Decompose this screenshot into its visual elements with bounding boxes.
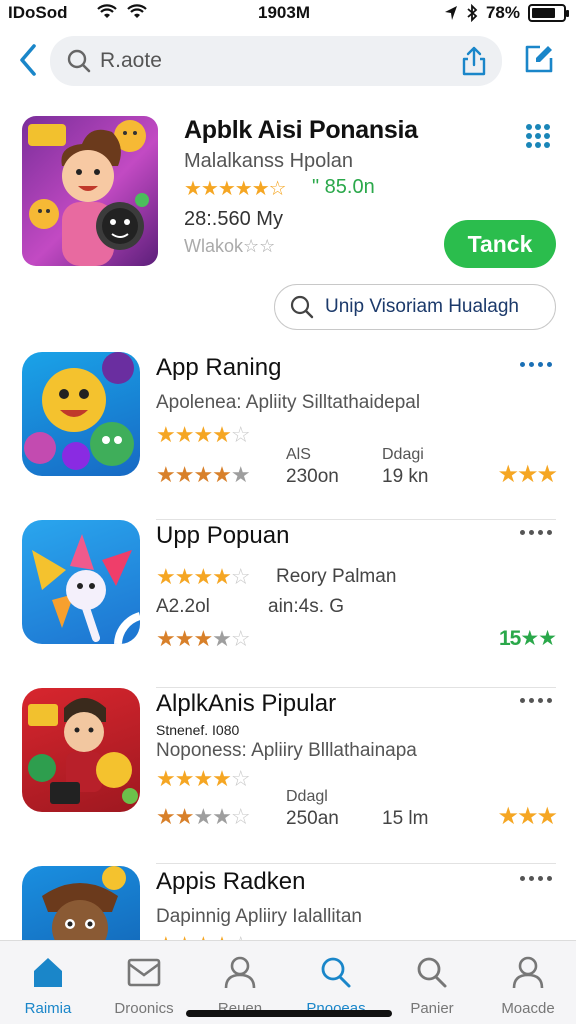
app-title: App Raning xyxy=(156,354,282,381)
stat-value: 15 lm xyxy=(382,808,429,829)
search-icon xyxy=(414,955,450,994)
tab-label: Panier xyxy=(410,1000,454,1017)
rating-stars: ★★★★★☆ xyxy=(184,176,287,201)
tab-label: Moacde xyxy=(501,1000,555,1017)
home-indicator xyxy=(186,1010,392,1017)
rating-stars-secondary: ★★★★☆ xyxy=(156,626,251,651)
home-icon xyxy=(30,955,66,994)
bluetooth-icon xyxy=(467,4,478,22)
stat-value: 230on xyxy=(286,466,339,487)
back-chevron-icon[interactable] xyxy=(14,40,42,80)
tab-label: Raimia xyxy=(24,1000,72,1017)
app-subtitle: Malalkanss Hpolan xyxy=(184,150,353,172)
person-icon xyxy=(222,955,258,994)
list-item[interactable]: AlplkAnis Pipular Stnenef. I080 Noponess… xyxy=(0,688,576,864)
tab-5[interactable]: Moacde xyxy=(480,941,576,1024)
app-icon[interactable] xyxy=(22,688,140,812)
tab-label: Droonics xyxy=(114,1000,174,1017)
app-tag: Stnenef. I080 xyxy=(156,722,240,738)
rating-stars-right: ★★★ xyxy=(497,461,558,488)
score-badge: 15★★ xyxy=(498,627,557,650)
compose-icon[interactable] xyxy=(524,44,554,74)
more-options-icon[interactable] xyxy=(520,698,552,703)
status-bar: IDoSod 1903M 78% xyxy=(0,0,576,28)
stat-value: ain:4s. G xyxy=(268,596,345,617)
search-icon xyxy=(67,49,91,73)
app-subtitle: Apolenea: Apliity Silltathaidepal xyxy=(156,392,421,413)
battery-percent: 78% xyxy=(485,3,520,22)
rating-stars-right: ★★★ xyxy=(497,803,558,830)
list-item[interactable]: App Raning Apolenea: Apliity Silltathaid… xyxy=(0,352,576,520)
list-item[interactable]: Upp Popuan ★★★★ ☆ Reory Palman A2.2ol ain… xyxy=(0,520,576,688)
search-bar[interactable]: R.aote xyxy=(50,36,502,86)
share-icon[interactable] xyxy=(460,45,488,77)
app-subtitle: Reory Palman xyxy=(276,566,397,587)
battery-icon xyxy=(528,4,569,22)
rating-stars: ★★★★☆ xyxy=(156,766,251,791)
app-icon[interactable] xyxy=(22,866,140,940)
search-input[interactable]: R.aote xyxy=(100,49,162,73)
app-meta: Wlakok☆☆ xyxy=(184,236,276,256)
app-icon[interactable] xyxy=(22,352,140,476)
app-icon[interactable] xyxy=(22,116,158,266)
search-icon xyxy=(290,295,314,319)
related-search-pill[interactable]: Unip Visoriam Hualagh xyxy=(274,284,556,330)
stat-value: 19 kn xyxy=(382,466,429,487)
search-icon xyxy=(318,955,354,994)
featured-app-card[interactable]: Apblk Aisi Ponansia Malalkanss Hpolan ★★… xyxy=(0,112,576,342)
rating-stars: ★★★★☆ xyxy=(156,932,251,940)
tab-0[interactable]: Raimia xyxy=(0,941,96,1024)
star-rating-text: ★★★★★☆ xyxy=(184,178,287,200)
status-right: 78% xyxy=(444,3,569,23)
app-price: " 85.0n xyxy=(312,176,375,198)
carrier-label: IDoSod xyxy=(8,3,68,22)
related-search-label: Unip Visoriam Hualagh xyxy=(325,296,519,317)
rating-stars-secondary: ★★★★ ★ xyxy=(156,462,251,487)
wifi-icon xyxy=(127,4,147,18)
stat-value: 250an xyxy=(286,808,339,829)
tab-1[interactable]: Droonics xyxy=(96,941,192,1024)
divider xyxy=(156,863,556,864)
grid-menu-icon[interactable] xyxy=(526,124,550,148)
inbox-icon xyxy=(126,955,162,994)
stat-value: A2.2ol xyxy=(156,596,210,617)
app-subtitle: Noponess: Apliiry Blllathainapa xyxy=(156,740,417,761)
app-subtitle: Dapinnig Apliiry Ialallitan xyxy=(156,906,362,927)
get-button[interactable]: Tanck xyxy=(444,220,556,268)
rating-stars-secondary: ★★★★☆ xyxy=(156,804,251,829)
app-title: Upp Popuan xyxy=(156,522,290,549)
list-item[interactable]: Appis Radken Dapinnig Apliiry Ialallitan… xyxy=(0,866,576,940)
navigation-bar: R.aote xyxy=(0,34,576,86)
clock-label: 1903M xyxy=(258,3,310,22)
more-options-icon[interactable] xyxy=(520,362,552,367)
rating-stars: ★★★★☆ xyxy=(156,564,251,589)
app-title: Appis Radken xyxy=(156,868,306,895)
more-options-icon[interactable] xyxy=(520,530,552,535)
app-title: Apblk Aisi Ponansia xyxy=(184,116,418,144)
stat-label: AlS xyxy=(286,446,311,463)
stat-label: Ddagi xyxy=(382,446,424,463)
tab-4[interactable]: Panier xyxy=(384,941,480,1024)
app-icon[interactable] xyxy=(22,520,140,644)
more-options-icon[interactable] xyxy=(520,876,552,881)
person-icon xyxy=(510,955,546,994)
signal-icon xyxy=(97,4,117,18)
stat-label: Ddagl xyxy=(286,788,328,805)
location-icon xyxy=(444,6,457,20)
rating-stars: ★★★★☆ xyxy=(156,422,251,447)
app-size: 28:.560 My xyxy=(184,208,283,230)
app-title: AlplkAnis Pipular xyxy=(156,690,337,717)
